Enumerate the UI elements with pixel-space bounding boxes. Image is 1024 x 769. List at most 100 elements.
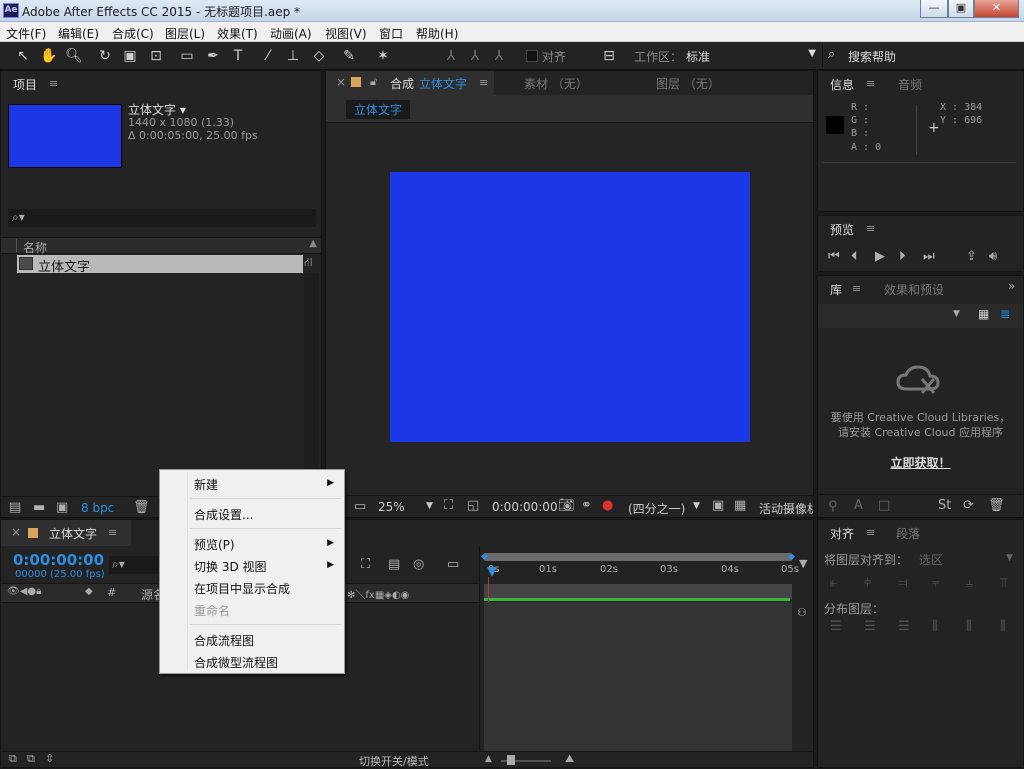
audio-icon[interactable]: 🔊︎	[989, 249, 997, 264]
zoom-in-icon[interactable]: ⛰	[565, 752, 574, 766]
view-axis-icon[interactable]: ⅄	[490, 47, 508, 65]
distribute-top-icon[interactable]: ☰	[830, 619, 842, 634]
project-scrollbar[interactable]	[304, 273, 319, 501]
align-v-center-icon[interactable]: ⫨	[966, 576, 973, 591]
loop-icon[interactable]: ⇪	[966, 249, 977, 264]
bit-depth-button[interactable]: 8 bpc	[81, 501, 114, 515]
comp-marker-icon[interactable]: ▼	[799, 557, 807, 570]
timeline-timecode[interactable]: 0:00:00:00	[13, 551, 104, 569]
sync-icon[interactable]: ⟳	[963, 498, 974, 513]
panel-menu-icon[interactable]: ≡	[479, 76, 488, 89]
draft-3d-icon[interactable]: ⛶	[361, 557, 370, 572]
distribute-left-icon[interactable]: ⫼	[932, 619, 938, 634]
stock-icon[interactable]: St	[938, 498, 951, 513]
search-help-input[interactable]: 搜索帮助	[848, 48, 896, 65]
timeline-tab[interactable]: × 立体文字 ≡	[1, 520, 131, 546]
panel-menu-icon[interactable]: ≡	[108, 526, 117, 539]
comp-tab-active[interactable]: × 🔓︎ 合成 立体文字 ≡	[326, 71, 494, 95]
align-tab[interactable]: 对齐	[830, 525, 854, 542]
eraser-tool-icon[interactable]: ◇	[310, 47, 328, 65]
brush-tool-icon[interactable]: ⁄	[259, 47, 277, 65]
previous-frame-icon[interactable]: ⏴	[851, 249, 858, 264]
menu-file[interactable]: 文件(F)	[6, 25, 46, 42]
layer-tab[interactable]: 图层 （无）	[656, 75, 720, 92]
list-view-icon[interactable]: ≣	[1000, 307, 1010, 321]
new-composition-icon[interactable]: ▣	[56, 500, 68, 515]
work-area-start-icon[interactable]: ◆	[481, 552, 488, 562]
transparency-grid-icon[interactable]: ▦	[734, 498, 746, 513]
menu-window[interactable]: 窗口	[379, 25, 403, 42]
rectangle-tool-icon[interactable]: ▭	[178, 47, 196, 65]
menu-item-reveal-in-project[interactable]: 在项目中显示合成	[194, 580, 290, 597]
add-graphic-icon[interactable]: ⚲	[828, 499, 838, 514]
panel-menu-icon[interactable]: ≡	[866, 222, 875, 235]
distribute-v-center-icon[interactable]: ☰	[864, 619, 876, 634]
align-to-select[interactable]: 选区	[919, 551, 943, 568]
resolution-select[interactable]: (四分之一)	[628, 500, 685, 517]
preview-tab[interactable]: 预览	[830, 221, 854, 238]
in-out-toggle-icon[interactable]: ⇳	[45, 752, 54, 765]
align-h-center-icon[interactable]: ⫩	[864, 576, 871, 591]
distribute-h-center-icon[interactable]: ⫼	[966, 619, 972, 634]
time-ruler[interactable]: 0s 01s 02s 03s 04s 05s	[484, 564, 799, 584]
viewer-timecode[interactable]: 0:00:00:00	[492, 500, 558, 514]
monitor-icon[interactable]: ▭	[354, 499, 366, 514]
scroll-up-icon[interactable]: ▲	[309, 238, 317, 249]
workspace-toggle-icon[interactable]: ⊟	[600, 47, 618, 65]
menu-layer[interactable]: 图层(L)	[165, 25, 205, 42]
menu-effect[interactable]: 效果(T)	[217, 25, 258, 42]
panel-menu-icon[interactable]: ≡	[852, 282, 861, 295]
flowchart-icon[interactable]: ⛙	[304, 255, 312, 271]
pen-tool-icon[interactable]: ✒	[204, 47, 222, 65]
timeline-search-input[interactable]: ⌕▾	[109, 556, 161, 574]
menu-help[interactable]: 帮助(H)	[416, 25, 458, 42]
close-tab-icon[interactable]: ×	[336, 75, 346, 89]
menu-item-new[interactable]: 新建	[194, 476, 218, 493]
align-right-icon[interactable]: ⫤	[898, 576, 908, 591]
menu-edit[interactable]: 编辑(E)	[58, 25, 99, 42]
show-snapshot-icon[interactable]: ⚭	[581, 498, 592, 513]
maximize-button[interactable]: ▣	[948, 0, 974, 18]
menu-item-flowchart[interactable]: 合成流程图	[194, 632, 254, 649]
first-frame-icon[interactable]: ⏮	[828, 249, 840, 264]
camera-select[interactable]: 活动摄像机	[759, 500, 813, 517]
puppet-tool-icon[interactable]: ✶	[374, 47, 392, 65]
effects-presets-tab[interactable]: 效果和预设	[884, 281, 944, 298]
chevron-down-icon[interactable]: ▼	[1006, 553, 1013, 563]
lock-icon[interactable]: 🔓︎	[370, 75, 377, 89]
zoom-slider-handle[interactable]	[507, 755, 515, 765]
last-frame-icon[interactable]: ⏭	[923, 249, 935, 264]
world-axis-icon[interactable]: ⅄	[466, 47, 484, 65]
zoom-level[interactable]: 25%	[378, 500, 405, 514]
paragraph-tab[interactable]: 段落	[896, 525, 920, 542]
av-switches-icon[interactable]: 👁︎◀●🔒︎	[7, 586, 41, 597]
toggle-switches-modes-button[interactable]: 切换开关/模式	[359, 753, 429, 769]
fit-frame-icon[interactable]: ⛶	[444, 498, 453, 513]
align-top-icon[interactable]: ⫧	[932, 576, 939, 591]
grid-view-icon[interactable]: ▦	[978, 307, 989, 321]
trash-icon[interactable]: 🗑︎	[133, 500, 150, 515]
work-area-bar[interactable]: ◆ ◆	[481, 552, 795, 562]
more-panels-icon[interactable]: »	[1008, 279, 1015, 293]
graph-editor-icon[interactable]: ▭	[447, 557, 459, 572]
interpret-footage-icon[interactable]: ▤	[9, 500, 21, 515]
align-checkbox[interactable]	[526, 50, 538, 62]
comp-breadcrumb[interactable]: 立体文字	[346, 100, 411, 119]
next-frame-icon[interactable]: ⏵	[899, 249, 906, 264]
type-tool-icon[interactable]: T	[229, 47, 247, 65]
add-color-icon[interactable]: □	[878, 498, 890, 513]
label-icon[interactable]: ◆	[85, 586, 93, 597]
camera-tool-icon[interactable]: ▣	[121, 47, 139, 65]
work-area-end-icon[interactable]: ◆	[788, 552, 795, 562]
current-time-indicator[interactable]	[487, 567, 497, 577]
panel-menu-icon[interactable]: ≡	[49, 77, 58, 90]
chevron-down-icon[interactable]: ▼	[426, 501, 433, 511]
trash-icon[interactable]: 🗑︎	[988, 498, 1005, 513]
chevron-down-icon[interactable]: ▼	[953, 309, 960, 319]
comp-canvas[interactable]	[390, 172, 750, 442]
minimize-button[interactable]: —	[920, 0, 948, 18]
menu-composition[interactable]: 合成(C)	[112, 25, 154, 42]
layer-track-area[interactable]	[484, 602, 792, 752]
audio-tab[interactable]: 音频	[898, 76, 922, 93]
menu-item-switch-3d-view[interactable]: 切换 3D 视图	[194, 558, 267, 575]
